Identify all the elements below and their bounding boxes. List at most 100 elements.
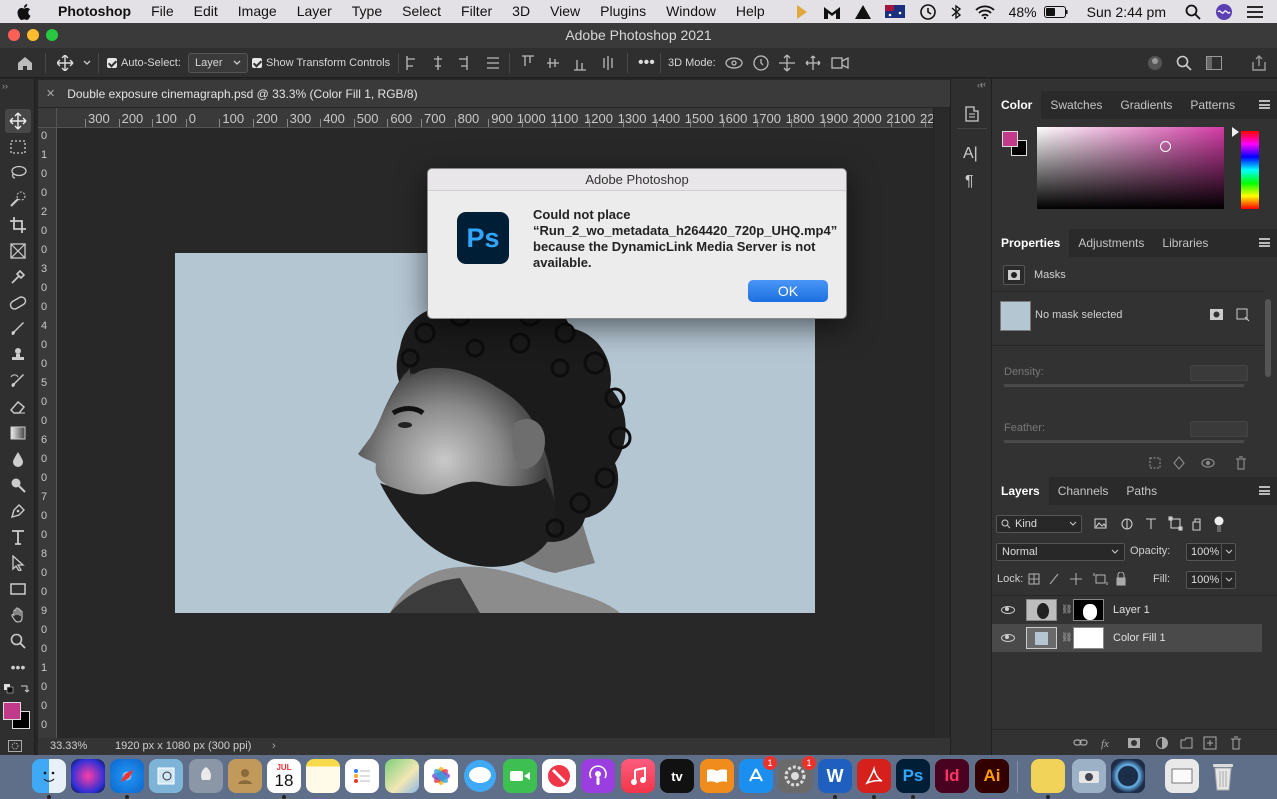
- visibility-eye-icon[interactable]: [1001, 606, 1015, 614]
- music-icon[interactable]: [621, 759, 655, 793]
- tab-properties[interactable]: Properties: [992, 229, 1070, 257]
- menu-app-name[interactable]: Photoshop: [48, 0, 141, 23]
- close-document-icon[interactable]: ✕: [46, 87, 55, 100]
- color-panel-foreground-swatch[interactable]: [1002, 131, 1018, 147]
- close-window-button[interactable]: [8, 29, 20, 41]
- transform-controls-checkbox[interactable]: [252, 58, 262, 68]
- fill-input[interactable]: 100%: [1186, 571, 1236, 589]
- siri-dock-icon[interactable]: [71, 759, 105, 793]
- menu-file[interactable]: File: [141, 0, 184, 23]
- siri-icon[interactable]: [1208, 0, 1240, 23]
- flag-icon[interactable]: [878, 0, 912, 23]
- align-left-icon[interactable]: [405, 55, 505, 71]
- trash-icon[interactable]: [1206, 759, 1240, 793]
- menu-3d[interactable]: 3D: [502, 0, 540, 23]
- menu-view[interactable]: View: [540, 0, 590, 23]
- more-tools-icon[interactable]: •••: [5, 655, 31, 679]
- move-tool-icon[interactable]: [5, 109, 31, 133]
- menu-window[interactable]: Window: [656, 0, 726, 23]
- tab-libraries[interactable]: Libraries: [1153, 229, 1217, 257]
- menu-type[interactable]: Type: [342, 0, 392, 23]
- battery-percent[interactable]: 48%: [1002, 0, 1044, 23]
- zoom-window-button[interactable]: [46, 29, 58, 41]
- menu-help[interactable]: Help: [726, 0, 775, 23]
- notes-icon[interactable]: [306, 759, 340, 793]
- feather-slider[interactable]: [1004, 440, 1244, 443]
- screenshot-icon[interactable]: [1165, 759, 1199, 793]
- hue-slider-handle[interactable]: [1232, 127, 1239, 137]
- tab-channels[interactable]: Channels: [1049, 477, 1118, 505]
- clone-stamp-tool-icon[interactable]: [5, 343, 31, 367]
- tab-swatches[interactable]: Swatches: [1041, 91, 1111, 119]
- eyedropper-tool-icon[interactable]: [5, 265, 31, 289]
- move-tool-preset-icon[interactable]: [57, 48, 93, 78]
- maps-icon[interactable]: [385, 759, 419, 793]
- visibility-eye-icon[interactable]: [1001, 634, 1015, 642]
- home-icon[interactable]: [16, 48, 34, 78]
- launchpad-icon[interactable]: [189, 759, 223, 793]
- blur-tool-icon[interactable]: [5, 447, 31, 471]
- dodge-tool-icon[interactable]: [5, 473, 31, 497]
- character-panel-icon[interactable]: A|: [963, 145, 978, 163]
- spotlight-search-icon[interactable]: [1178, 0, 1208, 23]
- illustrator-icon[interactable]: Ai: [975, 759, 1009, 793]
- auto-select-dropdown[interactable]: Layer: [188, 53, 248, 73]
- auto-select-checkbox[interactable]: [107, 58, 117, 68]
- calendar-icon[interactable]: JUL 18: [267, 759, 301, 793]
- more-options-icon[interactable]: •••: [638, 48, 655, 78]
- tab-adjustments[interactable]: Adjustments: [1069, 229, 1153, 257]
- bluetooth-icon[interactable]: [944, 0, 968, 23]
- color-panel-menu-icon[interactable]: [1259, 100, 1270, 109]
- link-icon[interactable]: ⛓: [1061, 632, 1072, 643]
- blend-mode-dropdown[interactable]: Normal: [996, 543, 1125, 561]
- pen-tool-icon[interactable]: [5, 499, 31, 523]
- status-menu-arrow-icon[interactable]: ›: [272, 740, 276, 752]
- menu-image[interactable]: Image: [228, 0, 287, 23]
- eraser-tool-icon[interactable]: [5, 395, 31, 419]
- density-slider[interactable]: [1004, 384, 1244, 387]
- zoom-tool-icon[interactable]: [5, 629, 31, 653]
- contacts-icon[interactable]: [228, 759, 262, 793]
- image-capture-icon[interactable]: [1072, 759, 1106, 793]
- layer-name[interactable]: Color Fill 1: [1113, 632, 1166, 644]
- malwarebytes-icon[interactable]: [816, 0, 848, 23]
- ruler-origin[interactable]: [38, 108, 57, 128]
- triangle-status-icon[interactable]: [848, 0, 878, 23]
- healing-brush-tool-icon[interactable]: [5, 291, 31, 315]
- paragraph-panel-icon[interactable]: ¶: [965, 173, 974, 191]
- user-account-icon[interactable]: [1146, 54, 1164, 72]
- clock[interactable]: Sun 2:44 pm: [1075, 0, 1178, 23]
- properties-panel-menu-icon[interactable]: [1259, 238, 1270, 247]
- horizontal-ruler[interactable]: 300 200 100 0 100 200 300 400 500 600 700 800 900 100…: [57, 108, 933, 128]
- properties-scrollbar[interactable]: [1265, 299, 1271, 377]
- density-input[interactable]: [1190, 365, 1248, 381]
- apple-icon[interactable]: [16, 3, 34, 21]
- color-picker-cursor[interactable]: [1160, 141, 1171, 152]
- add-vector-mask-icon[interactable]: [1236, 308, 1250, 327]
- history-panel-icon[interactable]: [963, 105, 981, 128]
- vertical-ruler[interactable]: 0 1 0 0 2 0 0 3 0 0 4 0 0 5 0 0 6 0 0 7 0 0 8 0 0 9 0 0 1 0 0 0: [38, 128, 57, 738]
- quicktime-icon[interactable]: [1111, 759, 1145, 793]
- time-machine-icon[interactable]: [912, 0, 944, 23]
- minimize-window-button[interactable]: [27, 29, 39, 41]
- chevron-down-icon[interactable]: [1225, 549, 1233, 555]
- finder-icon[interactable]: [32, 759, 66, 793]
- hand-tool-icon[interactable]: [5, 603, 31, 627]
- brush-tool-icon[interactable]: [5, 317, 31, 341]
- tab-layers[interactable]: Layers: [992, 477, 1049, 505]
- filter-pixel-layers-icon[interactable]: [1094, 516, 1224, 532]
- quick-selection-tool-icon[interactable]: [5, 187, 31, 211]
- rectangle-tool-icon[interactable]: [5, 577, 31, 601]
- pencil-status-icon[interactable]: [788, 0, 816, 23]
- ok-button[interactable]: OK: [748, 280, 828, 302]
- control-center-icon[interactable]: [1240, 0, 1277, 23]
- preview-icon[interactable]: [149, 759, 183, 793]
- load-selection-icon[interactable]: [1149, 455, 1249, 471]
- layer-mask-thumbnail[interactable]: [1073, 599, 1104, 621]
- layer-row-color-fill-1[interactable]: ⛓ Color Fill 1: [992, 624, 1262, 652]
- books-icon[interactable]: [700, 759, 734, 793]
- orbit-3d-icon[interactable]: [724, 54, 852, 72]
- add-pixel-mask-icon[interactable]: [1209, 308, 1224, 326]
- acrobat-icon[interactable]: [857, 759, 891, 793]
- tab-gradients[interactable]: Gradients: [1111, 91, 1181, 119]
